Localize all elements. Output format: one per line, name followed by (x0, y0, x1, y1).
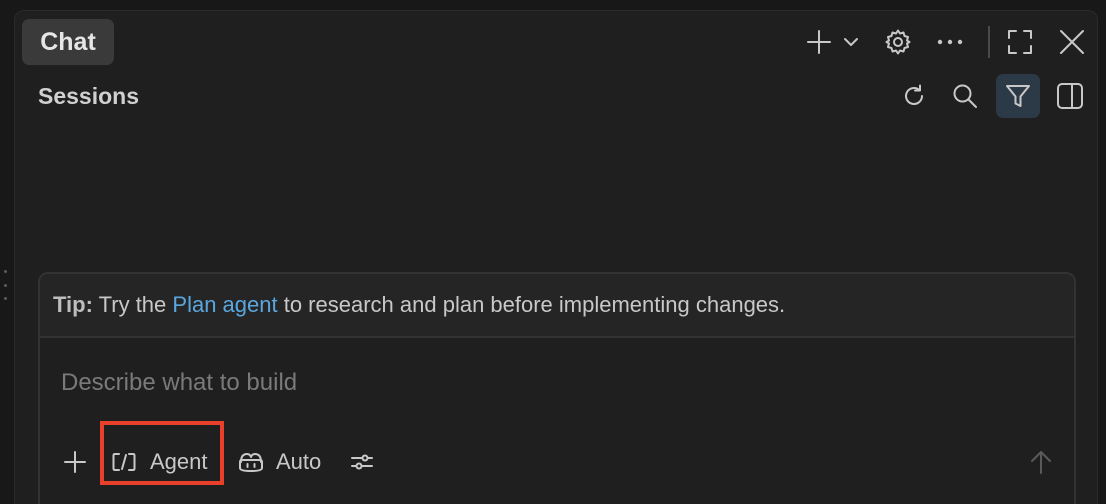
model-label: Auto (276, 449, 322, 474)
chevron-down-icon[interactable] (840, 30, 862, 54)
refresh-icon[interactable] (898, 80, 930, 112)
split-view-icon[interactable] (1054, 80, 1086, 112)
model-picker-button[interactable]: Auto (238, 442, 321, 482)
tip-prefix: Try the (92, 292, 173, 317)
plus-icon[interactable] (802, 26, 836, 58)
copilot-icon (239, 453, 263, 472)
agent-mode-button[interactable]: Agent (112, 442, 208, 482)
plan-agent-link[interactable]: Plan agent (172, 292, 277, 318)
more-icon[interactable] (933, 28, 967, 56)
agent-mode-label: Agent (150, 449, 208, 474)
maximize-icon[interactable] (1003, 25, 1037, 59)
tip-suffix: to research and plan before implementing… (277, 292, 786, 317)
tools-button[interactable] (348, 442, 376, 482)
header-separator (988, 26, 990, 58)
agent-icon (112, 453, 136, 471)
filter-icon[interactable] (996, 74, 1040, 118)
tip-bar: Tip: Try the Plan agent to research and … (40, 274, 1074, 338)
tip-label: Tip: (53, 292, 93, 317)
search-icon[interactable] (949, 80, 981, 112)
sessions-title: Sessions (38, 83, 139, 109)
settings-sliders-icon (351, 454, 373, 470)
add-context-button[interactable] (60, 442, 90, 482)
chat-tab[interactable]: Chat (22, 19, 114, 65)
send-arrow-icon (1031, 451, 1051, 474)
close-icon[interactable] (1055, 25, 1089, 59)
add-icon (64, 451, 86, 473)
send-button[interactable] (1026, 442, 1056, 482)
chat-input-container: Tip: Try the Plan agent to research and … (38, 272, 1076, 504)
drag-handle[interactable] (3, 270, 7, 300)
chat-input[interactable]: Describe what to build (61, 369, 297, 397)
gear-icon[interactable] (881, 25, 915, 59)
